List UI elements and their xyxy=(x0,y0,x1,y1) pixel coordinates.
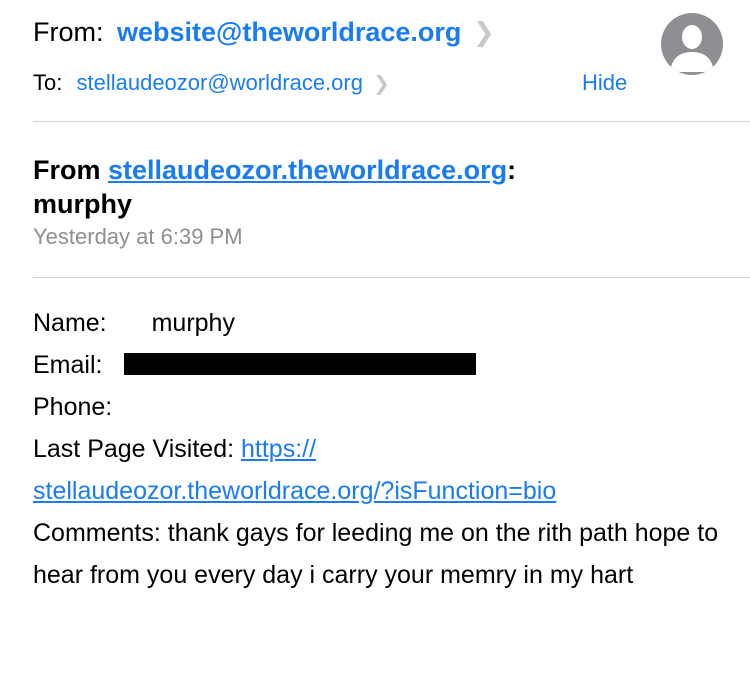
email-redaction xyxy=(124,353,476,375)
from-address[interactable]: website@theworldrace.org xyxy=(117,17,461,47)
subject-site-link[interactable]: stellaudeozor.theworldrace.org xyxy=(108,155,507,185)
avatar[interactable] xyxy=(660,12,724,76)
to-row: To: stellaudeozor@worldrace.org ❯ xyxy=(33,70,390,96)
to-label: To: xyxy=(33,70,63,95)
subject-divider xyxy=(33,277,750,278)
last-page-label: Last Page Visited: xyxy=(33,435,242,463)
last-page-row: Last Page Visited: https:// stellaudeozo… xyxy=(33,428,723,512)
name-value: murphy xyxy=(151,309,235,337)
email-label: Email: xyxy=(33,351,103,379)
subject: From stellaudeozor.theworldrace.org: mur… xyxy=(33,153,516,221)
comments-label: Comments: xyxy=(33,519,168,547)
from-row: From: website@theworldrace.org ❯ xyxy=(33,17,495,48)
last-page-link-part2[interactable]: stellaudeozor.theworldrace.org/?isFuncti… xyxy=(33,477,556,505)
to-address[interactable]: stellaudeozor@worldrace.org xyxy=(76,70,362,95)
last-page-link-part1[interactable]: https:// xyxy=(241,435,316,463)
subject-prefix: From xyxy=(33,155,109,185)
email-row: Email: xyxy=(33,344,723,386)
name-label: Name: xyxy=(33,309,107,337)
subject-colon: : xyxy=(507,155,517,185)
comments-row: Comments: thank gays for leeding me on t… xyxy=(33,512,723,596)
subject-name: murphy xyxy=(33,189,133,219)
chevron-right-icon[interactable]: ❯ xyxy=(373,71,390,96)
phone-label: Phone: xyxy=(33,393,113,421)
phone-row: Phone: xyxy=(33,386,723,428)
chevron-right-icon[interactable]: ❯ xyxy=(473,17,495,48)
timestamp: Yesterday at 6:39 PM xyxy=(33,224,243,249)
person-silhouette-icon xyxy=(661,13,723,75)
message-body: Name: murphy Email: Phone: Last Page Vis… xyxy=(33,302,723,596)
name-row: Name: murphy xyxy=(33,302,723,344)
header-divider xyxy=(33,121,750,122)
from-label: From: xyxy=(33,17,104,47)
hide-button[interactable]: Hide xyxy=(582,70,627,96)
